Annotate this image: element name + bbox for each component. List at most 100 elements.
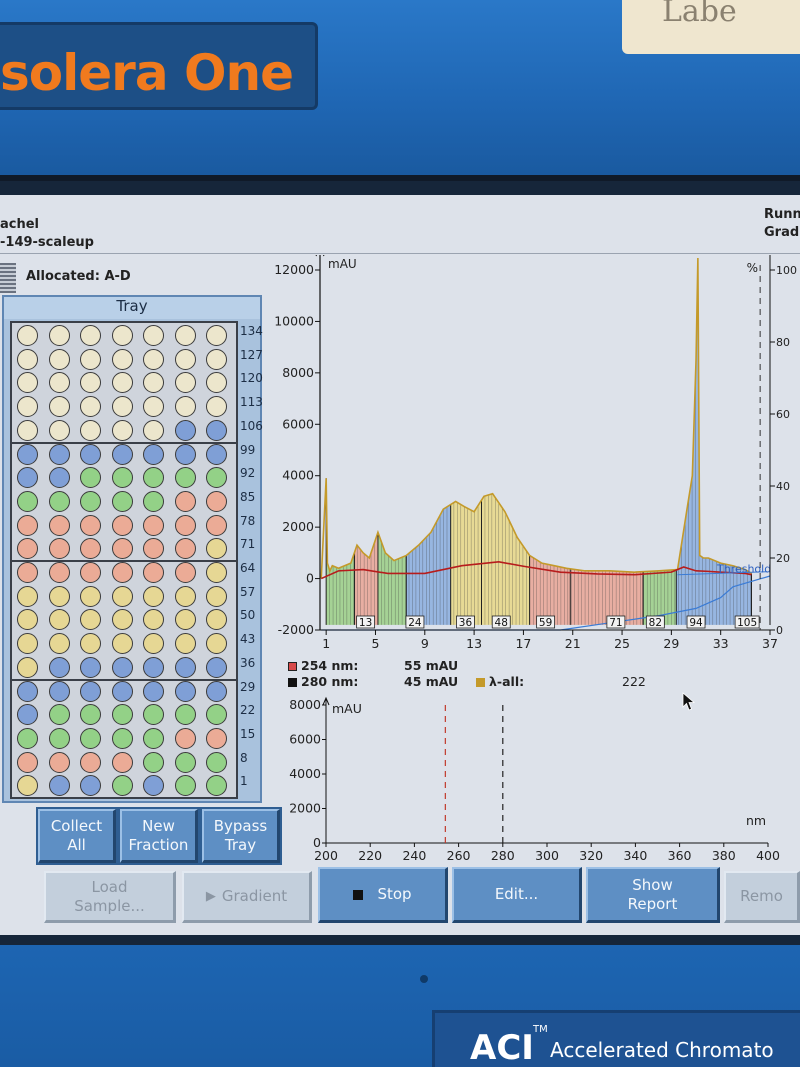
tray-well[interactable] [48, 419, 70, 441]
tray-well[interactable] [17, 727, 38, 749]
tray-well[interactable] [111, 680, 133, 702]
tray-well[interactable] [206, 514, 227, 536]
tray-well[interactable] [206, 443, 227, 465]
tray-well[interactable] [80, 585, 101, 607]
tray-well[interactable] [17, 656, 38, 678]
tray-well[interactable] [17, 633, 38, 655]
tray-well[interactable] [174, 585, 196, 607]
tray-well[interactable] [17, 443, 38, 465]
tray-well[interactable] [143, 396, 164, 418]
tray-well[interactable] [206, 396, 227, 418]
tray-well[interactable] [48, 585, 70, 607]
tray-well[interactable] [111, 348, 133, 370]
tray-well[interactable] [48, 348, 70, 370]
tray-well[interactable] [143, 751, 164, 773]
tray-well[interactable] [17, 775, 38, 797]
tray-well[interactable] [17, 562, 38, 583]
fraction-tray-grid[interactable] [10, 321, 238, 799]
tray-well[interactable] [174, 514, 196, 536]
tray-well[interactable] [111, 538, 133, 560]
tray-well[interactable] [80, 609, 101, 631]
tray-well[interactable] [48, 775, 70, 797]
tray-well[interactable] [111, 609, 133, 631]
edit-button[interactable]: Edit... [452, 867, 582, 923]
tray-well[interactable] [143, 656, 164, 678]
tray-well[interactable] [80, 443, 101, 465]
gradient-button[interactable]: ▶ Gradient [182, 871, 312, 923]
tray-well[interactable] [206, 727, 227, 749]
tray-well[interactable] [174, 538, 196, 560]
tray-well[interactable] [111, 419, 133, 441]
tray-well[interactable] [143, 633, 164, 655]
tray-well[interactable] [206, 656, 227, 678]
tray-well[interactable] [48, 562, 70, 583]
tray-well[interactable] [143, 467, 164, 489]
tray-well[interactable] [143, 419, 164, 441]
tray-well[interactable] [174, 562, 196, 583]
tray-well[interactable] [80, 680, 101, 702]
tray-well[interactable] [206, 562, 227, 583]
tray-well[interactable] [80, 490, 101, 512]
tray-well[interactable] [143, 372, 164, 394]
tray-well[interactable] [80, 633, 101, 655]
tray-well[interactable] [17, 751, 38, 773]
tray-well[interactable] [206, 751, 227, 773]
tray-well[interactable] [48, 751, 70, 773]
tray-well[interactable] [174, 396, 196, 418]
tray-well[interactable] [206, 609, 227, 631]
tray-well[interactable] [206, 419, 227, 441]
tray-well[interactable] [174, 325, 196, 346]
tray-well[interactable] [143, 727, 164, 749]
tray-well[interactable] [206, 633, 227, 655]
stop-button[interactable]: Stop [318, 867, 448, 923]
tray-well[interactable] [143, 775, 164, 797]
tray-well[interactable] [48, 609, 70, 631]
tray-well[interactable] [48, 325, 70, 346]
tray-well[interactable] [17, 680, 38, 702]
tray-well[interactable] [174, 348, 196, 370]
tray-well[interactable] [48, 704, 70, 726]
new-fraction-button[interactable]: New Fraction [120, 809, 198, 863]
tray-well[interactable] [48, 443, 70, 465]
tray-well[interactable] [17, 467, 38, 489]
load-sample-button[interactable]: Load Sample... [44, 871, 176, 923]
tray-well[interactable] [174, 490, 196, 512]
collect-all-button[interactable]: Collect All [38, 809, 116, 863]
tray-well[interactable] [206, 467, 227, 489]
tray-well[interactable] [174, 419, 196, 441]
tray-well[interactable] [17, 514, 38, 536]
tray-well[interactable] [206, 372, 227, 394]
tray-well[interactable] [206, 538, 227, 560]
tray-well[interactable] [111, 633, 133, 655]
tray-well[interactable] [17, 585, 38, 607]
tray-well[interactable] [80, 751, 101, 773]
tray-well[interactable] [80, 467, 101, 489]
tray-well[interactable] [48, 538, 70, 560]
tray-well[interactable] [80, 419, 101, 441]
tray-well[interactable] [111, 490, 133, 512]
tray-well[interactable] [143, 514, 164, 536]
tray-well[interactable] [17, 490, 38, 512]
bypass-tray-button[interactable]: Bypass Tray [202, 809, 280, 863]
tray-well[interactable] [80, 727, 101, 749]
tray-well[interactable] [48, 656, 70, 678]
tray-well[interactable] [111, 372, 133, 394]
tray-well[interactable] [143, 680, 164, 702]
tray-well[interactable] [80, 372, 101, 394]
tray-well[interactable] [174, 633, 196, 655]
tray-well[interactable] [143, 585, 164, 607]
tray-well[interactable] [111, 396, 133, 418]
tray-well[interactable] [206, 490, 227, 512]
tray-well[interactable] [174, 467, 196, 489]
tray-well[interactable] [174, 751, 196, 773]
tray-well[interactable] [17, 419, 38, 441]
tray-well[interactable] [174, 443, 196, 465]
tray-well[interactable] [143, 348, 164, 370]
tray-well[interactable] [111, 775, 133, 797]
tray-well[interactable] [143, 562, 164, 583]
tray-well[interactable] [17, 396, 38, 418]
tray-well[interactable] [111, 727, 133, 749]
tray-well[interactable] [174, 680, 196, 702]
tray-well[interactable] [143, 704, 164, 726]
tray-well[interactable] [48, 490, 70, 512]
